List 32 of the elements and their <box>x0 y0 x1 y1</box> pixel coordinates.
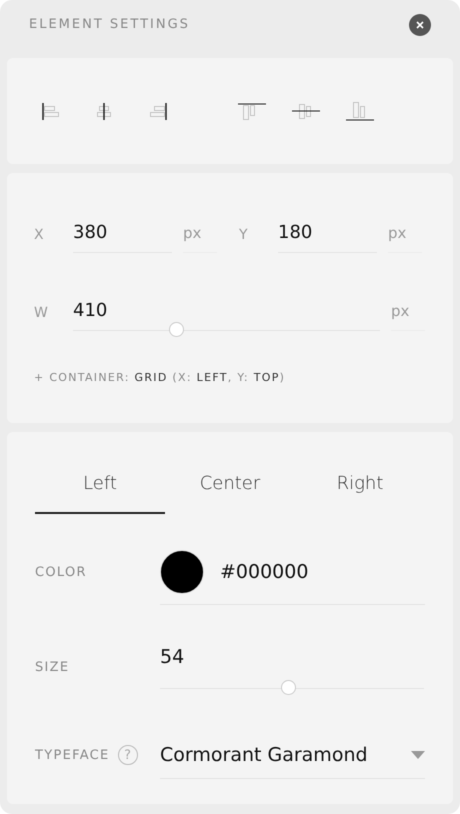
alignment-tab[interactable]: Center <box>165 462 295 514</box>
typeface-dropdown[interactable]: Cormorant Garamond <box>160 732 425 778</box>
alignment-tab[interactable]: Left <box>35 462 165 514</box>
align-right-icon <box>150 102 166 120</box>
unit-label: px <box>391 291 425 331</box>
y-label: Y <box>238 227 249 245</box>
w-field[interactable]: 410 <box>73 292 380 330</box>
unit-label: px <box>183 213 217 253</box>
size-value: 54 <box>160 646 186 668</box>
size-label: SIZE <box>35 660 70 674</box>
align-left-icon <box>42 102 58 120</box>
slider-thumb[interactable] <box>281 680 296 694</box>
unit-label: px <box>388 213 422 253</box>
align-bottom-icon <box>346 102 374 120</box>
w-label: W <box>34 305 49 323</box>
x-field[interactable]: 380 <box>73 213 172 253</box>
color-value: #000000 <box>220 560 308 582</box>
align-middle-icon <box>292 104 320 118</box>
align-top-icon <box>238 102 266 120</box>
container-note: + CONTAINER: GRID (X: LEFT, Y: TOP) <box>34 371 286 384</box>
alignment-tab[interactable]: Right <box>295 462 425 514</box>
align-center-icon <box>97 102 111 120</box>
x-label: X <box>34 227 45 245</box>
typeface-label: TYPEFACE <box>35 748 110 762</box>
slider-thumb[interactable] <box>169 322 184 337</box>
close-icon <box>416 20 424 28</box>
close-button[interactable] <box>409 14 431 36</box>
color-swatch[interactable] <box>160 550 204 594</box>
caret-icon <box>411 750 425 758</box>
color-label: COLOR <box>35 564 88 580</box>
y-field[interactable]: 180 <box>278 213 377 253</box>
panel-title: ELEMENT SETTINGS <box>29 17 190 32</box>
